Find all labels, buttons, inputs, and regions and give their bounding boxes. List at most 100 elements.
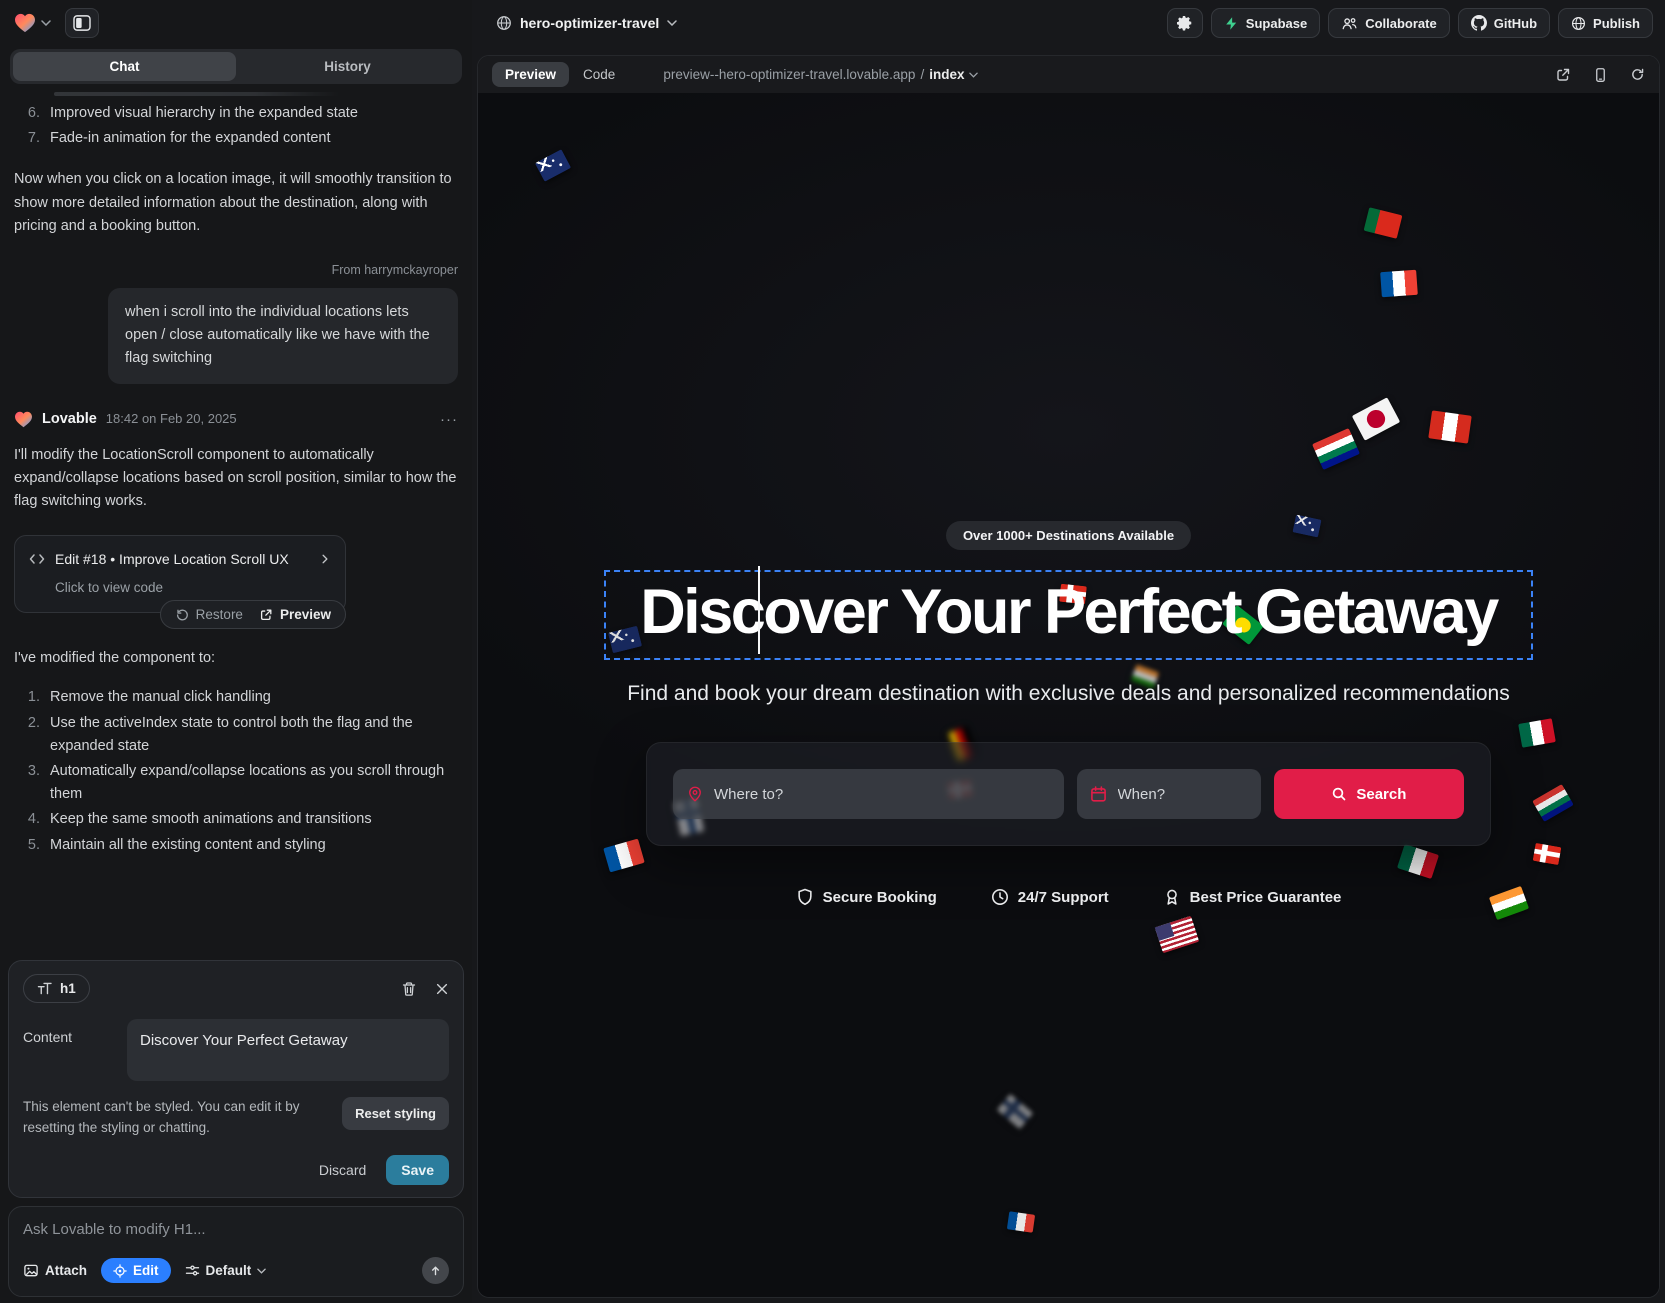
list-item: 3.Automatically expand/collapse location… — [20, 760, 458, 806]
assistant-name: Lovable — [42, 408, 97, 431]
save-button[interactable]: Save — [386, 1155, 449, 1185]
tab-history[interactable]: History — [236, 52, 459, 81]
assistant-paragraph: I've modified the component to: — [14, 647, 458, 670]
map-pin-icon — [686, 785, 704, 803]
composer-toolbar: Attach Edit Default — [23, 1257, 449, 1284]
model-default-button[interactable]: Default — [185, 1263, 267, 1278]
github-icon — [1471, 15, 1487, 31]
reset-styling-button[interactable]: Reset styling — [342, 1097, 449, 1130]
preview-controls — [1555, 67, 1645, 83]
mobile-device-icon — [1593, 67, 1608, 83]
toggle-sidebar-button[interactable] — [65, 8, 99, 38]
refresh-button[interactable] — [1630, 67, 1645, 82]
sidebar-toggle-icon — [73, 15, 91, 31]
feature-secure-booking: Secure Booking — [796, 888, 937, 906]
preview-toolbar: Preview Code preview--hero-optimizer-tra… — [478, 56, 1659, 93]
arrow-up-icon — [429, 1264, 442, 1277]
send-button[interactable] — [422, 1257, 449, 1284]
assistant-numbered-list-top: 6.Improved visual hierarchy in the expan… — [14, 102, 458, 150]
edit-mode-button[interactable]: Edit — [101, 1258, 171, 1283]
lovable-heart-icon — [14, 411, 33, 428]
open-in-new-tab-button[interactable] — [1555, 67, 1571, 83]
chat-sidebar: Chat History 6.Improved visual hierarchy… — [0, 0, 472, 1303]
image-icon — [23, 1263, 39, 1278]
github-button[interactable]: GitHub — [1458, 8, 1550, 38]
close-panel-button[interactable] — [435, 982, 449, 996]
discard-button[interactable]: Discard — [319, 1162, 366, 1178]
tab-code[interactable]: Code — [583, 67, 615, 82]
url-separator: / — [920, 67, 924, 82]
lovable-heart-icon — [14, 13, 36, 33]
url-domain: preview--hero-optimizer-travel.lovable.a… — [663, 67, 915, 82]
clipped-text-line — [54, 92, 339, 96]
element-tag-chip[interactable]: h1 — [23, 974, 90, 1003]
external-link-icon — [1555, 67, 1571, 83]
chat-composer: Attach Edit Default — [8, 1206, 464, 1297]
chat-input[interactable] — [23, 1221, 449, 1238]
chevron-down-icon — [257, 1268, 266, 1274]
tab-preview[interactable]: Preview — [492, 62, 569, 87]
portugal-flag — [1364, 207, 1403, 239]
chat-scroll-area[interactable]: 6.Improved visual hierarchy in the expan… — [0, 88, 472, 954]
sidebar-header — [0, 0, 472, 46]
canada-flag — [1428, 410, 1472, 443]
search-button[interactable]: Search — [1274, 769, 1464, 819]
restore-icon — [175, 608, 189, 622]
australia-flag — [535, 149, 571, 182]
delete-element-button[interactable] — [401, 981, 417, 997]
message-menu-button[interactable]: ··· — [440, 412, 458, 427]
hero-subtitle: Find and book your dream destination wit… — [627, 682, 1510, 706]
content-input[interactable]: Discover Your Perfect Getaway — [127, 1019, 449, 1081]
destinations-badge: Over 1000+ Destinations Available — [946, 521, 1191, 550]
award-icon — [1163, 888, 1181, 906]
finland-flag-blur — [997, 1094, 1033, 1129]
usa-flag — [1155, 916, 1199, 953]
list-item: 2.Use the activeIndex state to control b… — [20, 712, 458, 758]
editor-note-row: This element can't be styled. You can ed… — [23, 1097, 449, 1139]
text-type-icon — [37, 982, 52, 995]
assistant-paragraph: Now when you click on a location image, … — [14, 168, 458, 238]
edit-card-wrap: Edit #18 • Improve Location Scroll UX Cl… — [14, 535, 458, 613]
preview-url[interactable]: preview--hero-optimizer-travel.lovable.a… — [663, 67, 978, 82]
editor-panel-header: h1 — [23, 974, 449, 1003]
assistant-numbered-list-bottom: 1.Remove the manual click handling 2.Use… — [14, 686, 458, 856]
where-input[interactable] — [673, 769, 1064, 819]
feature-support: 24/7 Support — [991, 888, 1109, 906]
preview-button[interactable]: Preview — [259, 607, 331, 622]
preview-panel: Preview Code preview--hero-optimizer-tra… — [477, 55, 1660, 1298]
mobile-view-button[interactable] — [1593, 67, 1608, 83]
hero-section: Over 1000+ Destinations Available Discov… — [478, 521, 1659, 906]
restore-button[interactable]: Restore — [175, 607, 243, 622]
sliders-icon — [185, 1264, 200, 1277]
lovable-logo-menu[interactable] — [14, 13, 51, 33]
calendar-icon — [1090, 786, 1107, 803]
code-icon — [29, 551, 45, 567]
edit-card-actions: Restore Preview — [160, 600, 346, 629]
south-africa-flag — [1312, 428, 1360, 470]
element-editor-panel: h1 Content Discover Your Perfect Getaway… — [8, 960, 464, 1198]
supabase-bolt-icon — [1224, 16, 1239, 31]
list-item: 7.Fade-in animation for the expanded con… — [20, 127, 458, 150]
editor-panel-icons — [401, 981, 449, 997]
element-tag-label: h1 — [60, 981, 76, 996]
trash-icon — [401, 981, 417, 997]
settings-button[interactable] — [1167, 8, 1203, 38]
tab-chat[interactable]: Chat — [13, 52, 236, 81]
publish-button[interactable]: Publish — [1558, 8, 1653, 38]
where-field — [673, 769, 1064, 819]
supabase-button[interactable]: Supabase — [1211, 8, 1320, 38]
hero-heading[interactable]: Discover Your Perfect Getaway — [640, 576, 1497, 648]
project-name: hero-optimizer-travel — [520, 15, 659, 31]
selected-element-outline[interactable]: Discover Your Perfect Getaway — [606, 572, 1531, 658]
features-row: Secure Booking 24/7 Support Best Price G… — [796, 888, 1342, 906]
refresh-icon — [1630, 67, 1645, 82]
edit-card-title-row: Edit #18 • Improve Location Scroll UX — [29, 548, 331, 570]
project-switcher[interactable]: hero-optimizer-travel — [496, 15, 677, 31]
message-timestamp: 18:42 on Feb 20, 2025 — [106, 409, 237, 430]
preview-viewport: Over 1000+ Destinations Available Discov… — [478, 93, 1659, 1297]
content-label: Content — [23, 1019, 115, 1081]
collaborate-button[interactable]: Collaborate — [1328, 8, 1450, 38]
attach-button[interactable]: Attach — [23, 1263, 87, 1278]
external-link-icon — [259, 608, 273, 622]
chat-history-tabs: Chat History — [10, 49, 462, 84]
